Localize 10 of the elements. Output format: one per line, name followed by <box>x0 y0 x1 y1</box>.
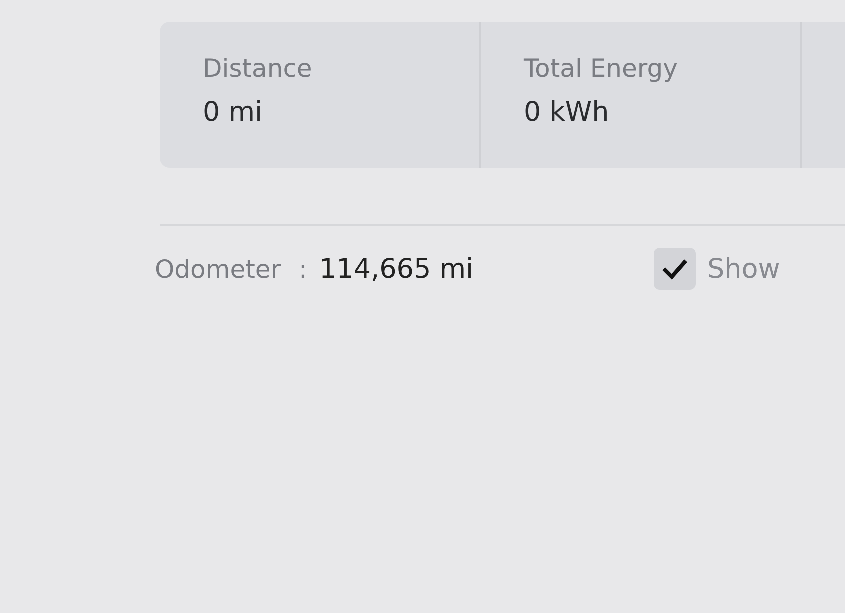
stat-label: Total Energy <box>524 54 679 83</box>
odometer-value: 114,665 mi <box>319 254 474 284</box>
stat-value: 0 kWh <box>524 97 610 128</box>
separator: : <box>299 254 308 284</box>
odometer-label: Odometer <box>155 254 282 284</box>
checkbox-label[interactable]: Show <box>708 254 780 284</box>
check-icon <box>660 257 689 281</box>
stat-value: 0 mi <box>203 97 264 128</box>
stat-label: Distance <box>203 54 314 83</box>
checkbox[interactable] <box>654 248 696 290</box>
